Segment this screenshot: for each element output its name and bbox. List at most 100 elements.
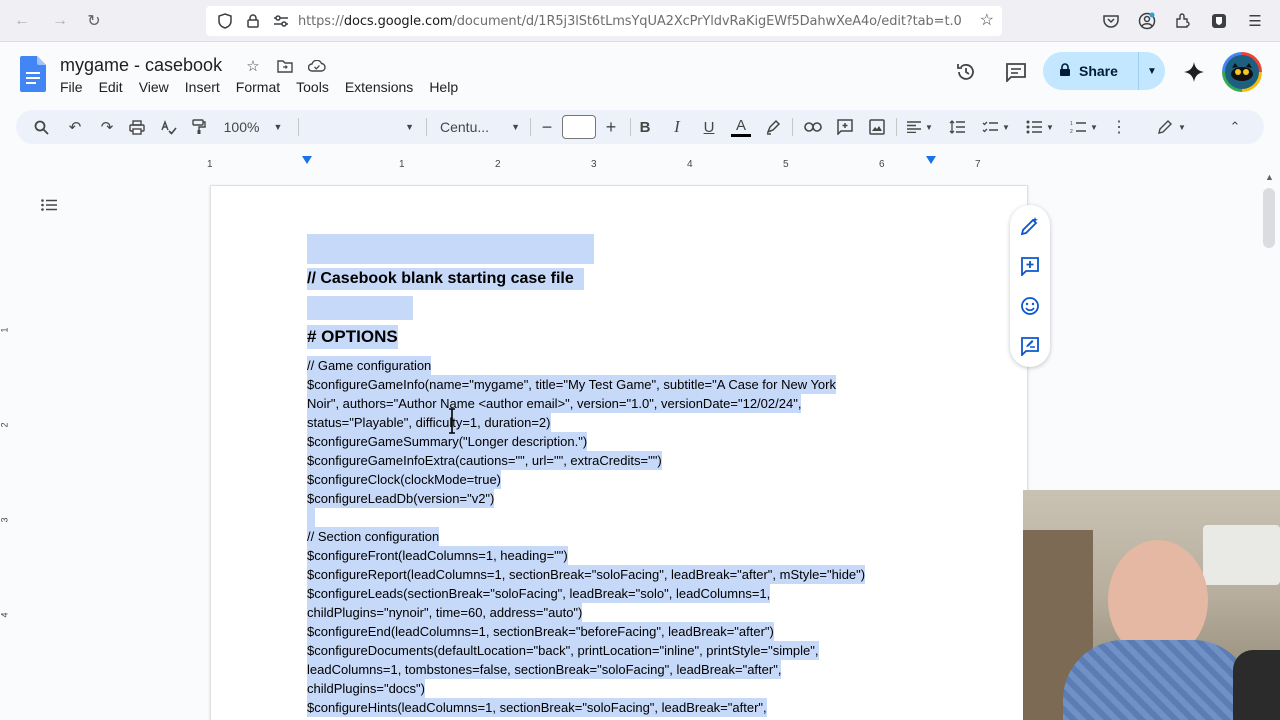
undo-icon[interactable]: ↶ xyxy=(64,115,86,139)
share-main-button[interactable]: Share xyxy=(1043,52,1139,90)
code-line[interactable]: // Section configuration xyxy=(307,527,440,546)
font-size-input[interactable] xyxy=(562,115,596,139)
heading-options[interactable]: # OPTIONS xyxy=(307,325,398,349)
highlight-color-icon[interactable] xyxy=(762,115,784,139)
menu-view[interactable]: View xyxy=(131,77,177,97)
code-line[interactable]: $configureHints(leadColumns=1, sectionBr… xyxy=(307,698,767,717)
underline-icon[interactable]: U xyxy=(698,115,720,139)
help-me-write-icon[interactable] xyxy=(1018,214,1042,238)
code-line[interactable]: $configureFront(leadColumns=1, heading="… xyxy=(307,546,568,565)
toolbar-divider xyxy=(298,118,299,136)
left-indent-marker[interactable] xyxy=(302,156,312,164)
increase-font-size-icon[interactable]: + xyxy=(600,115,622,139)
menu-edit[interactable]: Edit xyxy=(91,77,131,97)
menu-format[interactable]: Format xyxy=(228,77,288,97)
code-line[interactable]: childPlugins="nynoir", time=60, address=… xyxy=(307,603,583,622)
gemini-sparkle-icon[interactable] xyxy=(1180,58,1208,86)
zoom-select[interactable]: 100% ▼ xyxy=(222,115,284,139)
code-line[interactable]: Noir", authors="Author Name <author emai… xyxy=(307,394,802,413)
insert-link-icon[interactable] xyxy=(802,115,824,139)
insert-image-icon[interactable] xyxy=(866,115,888,139)
star-icon[interactable]: ☆ xyxy=(243,56,263,76)
code-line[interactable]: $configureClock(clockMode=true) xyxy=(307,470,502,489)
line-spacing-icon[interactable] xyxy=(946,115,968,139)
editing-mode-select[interactable]: ▼ xyxy=(1154,115,1190,139)
site-permissions-icon[interactable] xyxy=(270,10,292,32)
avatar-image-icon xyxy=(1225,55,1259,89)
code-line[interactable]: $configureDocuments(defaultLocation="bac… xyxy=(307,641,819,660)
print-icon[interactable] xyxy=(126,115,148,139)
back-arrow-icon[interactable]: ← xyxy=(10,9,34,33)
document-outline-icon[interactable] xyxy=(34,192,64,218)
code-line[interactable]: $configureLeads(sectionBreak="soloFacing… xyxy=(307,584,771,603)
styles-select[interactable]: ▼ xyxy=(310,115,414,139)
checklist-select[interactable]: ▼ xyxy=(978,115,1014,139)
suggest-edits-icon[interactable] xyxy=(1018,334,1042,358)
document-title[interactable]: mygame - casebook xyxy=(60,55,222,76)
spellcheck-icon[interactable] xyxy=(158,115,180,139)
bold-icon[interactable]: B xyxy=(634,115,656,139)
bookmark-star-icon[interactable]: ☆ xyxy=(980,10,994,30)
pocket-icon[interactable] xyxy=(1100,10,1122,32)
redo-icon[interactable]: ↷ xyxy=(96,115,118,139)
add-emoji-reaction-icon[interactable] xyxy=(1018,294,1042,318)
move-folder-icon[interactable] xyxy=(275,56,295,76)
code-line[interactable]: // Game configuration xyxy=(307,356,432,375)
menu-help[interactable]: Help xyxy=(421,77,466,97)
extensions-icon[interactable] xyxy=(1172,10,1194,32)
code-line[interactable]: leadColumns=1, tombstones=false, section… xyxy=(307,660,782,679)
horizontal-ruler[interactable]: 1 1 2 3 4 5 6 7 xyxy=(0,150,1280,170)
code-line[interactable]: $configureReport(leadColumns=1, sectionB… xyxy=(307,565,866,584)
shield-icon[interactable] xyxy=(214,10,236,32)
add-comment-icon[interactable] xyxy=(834,115,856,139)
forward-arrow-icon[interactable]: → xyxy=(48,9,72,33)
menu-extensions[interactable]: Extensions xyxy=(337,77,421,97)
menu-tools[interactable]: Tools xyxy=(288,77,337,97)
bitwarden-icon[interactable] xyxy=(1208,10,1230,32)
menu-insert[interactable]: Insert xyxy=(177,77,228,97)
more-options-icon[interactable]: ⋮ xyxy=(1108,115,1130,139)
font-name: Centu... xyxy=(440,119,490,135)
comments-icon[interactable] xyxy=(1002,58,1030,86)
font-select[interactable]: Centu... ▼ xyxy=(440,115,520,139)
reload-icon[interactable]: ↻ xyxy=(82,9,106,33)
code-line[interactable]: $configureGameSummary("Longer descriptio… xyxy=(307,432,588,451)
code-line[interactable]: $configureLeadDb(version="v2") xyxy=(307,489,495,508)
scroll-up-arrow-icon[interactable]: ▲ xyxy=(1265,172,1274,182)
align-select[interactable]: ▼ xyxy=(902,115,938,139)
decrease-font-size-icon[interactable]: − xyxy=(536,115,558,139)
webcam-background-printer xyxy=(1203,525,1280,585)
zoom-caret-icon: ▼ xyxy=(273,122,283,132)
share-button[interactable]: Share ▼ xyxy=(1043,52,1165,90)
docs-logo-icon[interactable] xyxy=(20,56,46,92)
right-indent-marker[interactable] xyxy=(926,156,936,164)
code-line[interactable]: childPlugins="docs") xyxy=(307,679,425,698)
hide-menus-icon[interactable]: ⌃ xyxy=(1224,115,1246,139)
share-dropdown-icon[interactable]: ▼ xyxy=(1139,66,1165,77)
scroll-thumb[interactable] xyxy=(1263,188,1275,248)
numbered-list-select[interactable]: 1 2 ▼ xyxy=(1066,115,1102,139)
text-color-icon[interactable]: A xyxy=(730,115,752,139)
avatar[interactable] xyxy=(1222,52,1262,92)
account-icon[interactable] xyxy=(1136,10,1158,32)
address-bar[interactable]: https://docs.google.com/document/d/1R5j3… xyxy=(206,6,1002,36)
menu-hamburger-icon[interactable]: ☰ xyxy=(1244,10,1266,32)
code-line[interactable]: status="Playable", difficulty=1, duratio… xyxy=(307,413,551,432)
ruler-label: 4 xyxy=(687,159,693,170)
toolbar-divider xyxy=(530,118,531,136)
italic-icon[interactable]: I xyxy=(666,115,688,139)
code-line[interactable]: $configureGameInfo(name="mygame", title=… xyxy=(307,375,836,394)
version-history-icon[interactable] xyxy=(952,58,980,86)
svg-text:1: 1 xyxy=(1070,121,1073,127)
cloud-saved-icon[interactable] xyxy=(307,56,327,76)
search-menus-icon[interactable] xyxy=(30,115,52,139)
code-line[interactable]: $configureGameInfoExtra(cautions="", url… xyxy=(307,451,662,470)
bulleted-list-select[interactable]: ▼ xyxy=(1022,115,1058,139)
lock-icon[interactable] xyxy=(242,10,264,32)
heading-comment[interactable]: // Casebook blank starting case file xyxy=(307,268,584,290)
menu-file[interactable]: File xyxy=(52,77,91,97)
code-line[interactable]: $configureEnd(leadColumns=1, sectionBrea… xyxy=(307,622,774,641)
paint-format-icon[interactable] xyxy=(188,115,210,139)
toolbar-divider xyxy=(896,118,897,136)
add-comment-icon[interactable] xyxy=(1018,254,1042,278)
